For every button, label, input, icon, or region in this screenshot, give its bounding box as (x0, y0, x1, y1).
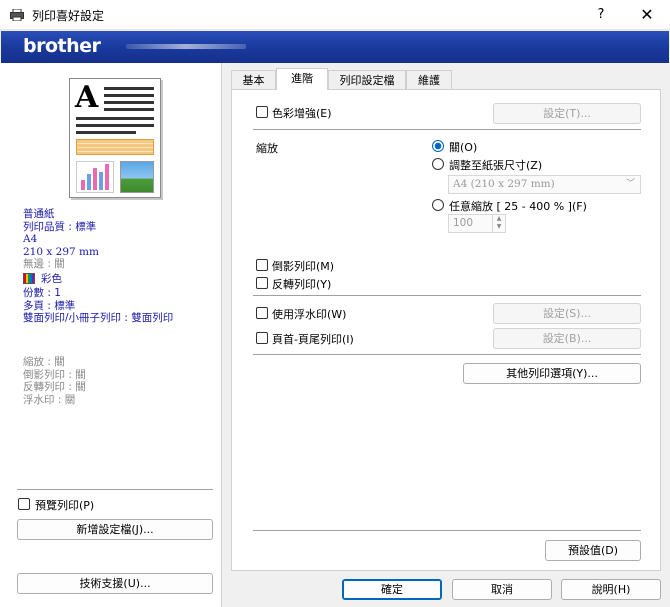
window-title: 列印喜好設定 (32, 9, 105, 23)
fit-to-paper-label: 調整至紙張尺寸(Z) (449, 159, 543, 172)
preview-letter-icon: A (75, 80, 99, 115)
free-scale-radio[interactable] (432, 199, 444, 211)
banner-decoration (126, 44, 246, 49)
summary-duplex: 雙面列印/小冊子列印 : 雙面列印 (23, 312, 174, 324)
add-profile-button[interactable]: 新增設定檔(J)... (17, 519, 213, 540)
mirror-print-label: 倒影列印(M) (272, 260, 335, 273)
preview-photo-icon (120, 161, 154, 193)
tab-basic[interactable]: 基本 (231, 70, 276, 90)
summary-paper-size: 210 x 297 mm (23, 245, 99, 258)
brand-banner: brother (1, 31, 669, 63)
close-button[interactable]: ✕ (624, 0, 670, 30)
color-enhance-checkbox[interactable] (256, 106, 268, 118)
help-dialog-button[interactable]: 說明(H) (561, 579, 661, 600)
paper-size-select[interactable]: A4 (210 x 297 mm) ﹀ (448, 175, 641, 194)
tab-print-profiles[interactable]: 列印設定檔 (328, 70, 406, 90)
summary-multipage: 多頁 : 標準 (23, 299, 76, 312)
header-footer-settings-button[interactable]: 設定(B)... (493, 328, 641, 349)
summary-mirror: 倒影列印 : 關 (23, 368, 86, 381)
left-divider (17, 489, 213, 490)
defaults-button[interactable]: 預設值(D) (545, 540, 641, 561)
tab-advanced[interactable]: 進階 (276, 68, 328, 90)
scaling-off-radio[interactable] (432, 140, 444, 152)
summary-media: 普通紙 (23, 208, 55, 220)
header-footer-checkbox[interactable] (256, 332, 268, 344)
printer-icon (10, 9, 24, 21)
summary-scaling: 縮放 : 關 (23, 356, 65, 368)
cancel-button[interactable]: 取消 (452, 579, 552, 600)
preview-table-icon (76, 139, 154, 155)
header-footer-label: 頁首-頁尾列印(I) (272, 333, 354, 346)
mirror-print-checkbox[interactable] (256, 259, 268, 271)
summary-paper: A4 (23, 233, 38, 245)
ok-button[interactable]: 確定 (342, 579, 442, 600)
color-enhance-label: 色彩增強(E) (272, 107, 332, 120)
divider (253, 530, 641, 531)
scaling-label: 縮放 (256, 142, 278, 155)
summary-advanced: 縮放 : 關 倒影列印 : 關 反轉列印 : 關 浮水印 : 關 (23, 356, 86, 406)
summary-copies: 份數 : 1 (23, 287, 61, 299)
fit-to-paper-radio[interactable] (432, 158, 444, 170)
reverse-print-label: 反轉列印(Y) (272, 278, 332, 291)
brand-logo: brother (23, 35, 101, 57)
divider (253, 354, 641, 355)
other-print-options-button[interactable]: 其他列印選項(Y)... (463, 363, 641, 384)
summary-main: 普通紙 列印品質 : 標準 A4 210 x 297 mm 無邊 : 關 彩色 … (23, 208, 173, 325)
spin-arrows-icon[interactable]: ▲ ▼ (492, 215, 505, 232)
help-button[interactable]: ? (578, 0, 624, 30)
paper-size-value: A4 (210 x 297 mm) (453, 178, 555, 190)
preview-print-checkbox[interactable] (18, 498, 30, 510)
scaling-off-label: 關(O) (449, 141, 478, 154)
watermark-label: 使用浮水印(W) (272, 308, 347, 321)
tab-maintenance[interactable]: 維護 (406, 70, 452, 90)
title-bar: 列印喜好設定 ? ✕ (0, 0, 670, 30)
watermark-settings-button[interactable]: 設定(S)... (493, 303, 641, 324)
color-settings-button[interactable]: 設定(T)... (493, 103, 641, 124)
preview-print-label: 預覽列印(P) (35, 499, 95, 512)
summary-quality: 列印品質 : 標準 (23, 220, 97, 233)
free-scale-label: 任意縮放 [ 25 - 400 % ](F) (449, 200, 587, 213)
divider (253, 295, 641, 296)
summary-borderless: 無邊 : 關 (23, 258, 65, 270)
chevron-down-icon: ﹀ (625, 179, 635, 189)
scale-percent-stepper[interactable]: 100 ▲ ▼ (448, 214, 506, 233)
color-icon (23, 272, 35, 284)
reverse-print-checkbox[interactable] (256, 277, 268, 289)
page-preview: A (69, 78, 161, 198)
summary-color: 彩色 (41, 272, 62, 285)
divider (253, 129, 641, 130)
tech-support-button[interactable]: 技術支援(U)... (17, 573, 213, 594)
summary-reverse: 反轉列印 : 關 (23, 381, 86, 393)
preview-chart-icon (76, 161, 114, 193)
scale-percent-value: 100 (453, 217, 474, 229)
watermark-checkbox[interactable] (256, 307, 268, 319)
summary-watermark: 浮水印 : 關 (23, 393, 76, 406)
